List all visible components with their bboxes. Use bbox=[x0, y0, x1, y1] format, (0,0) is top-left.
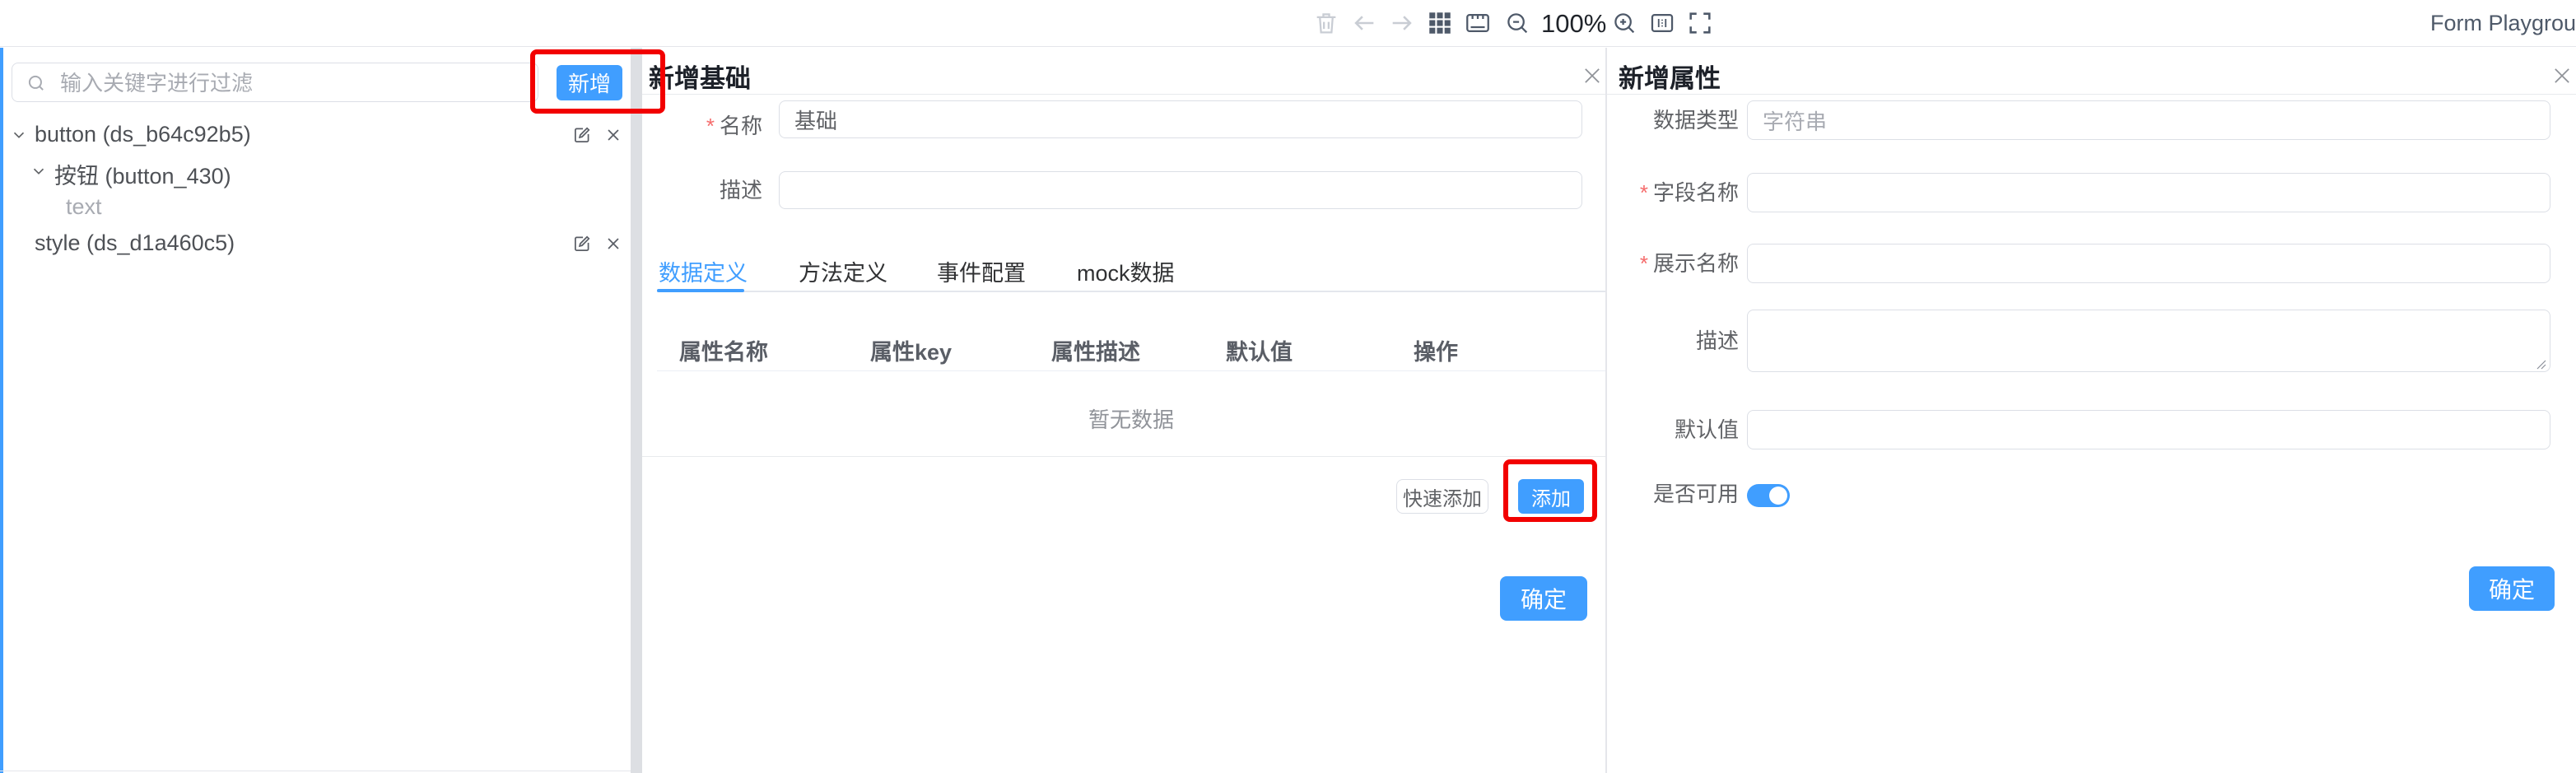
tree-row-anniu[interactable]: 按钮 (button_430) bbox=[0, 153, 631, 189]
desc-textarea[interactable] bbox=[1747, 310, 2550, 372]
display-name-input[interactable] bbox=[1747, 244, 2550, 283]
divider bbox=[657, 370, 1605, 371]
column-header: 默认值 bbox=[1226, 334, 1293, 366]
required-asterisk: * bbox=[706, 114, 715, 138]
desc-field-label: 描述 bbox=[642, 171, 762, 209]
close-icon[interactable] bbox=[2550, 64, 2574, 87]
arrow-right-icon[interactable] bbox=[1388, 9, 1416, 37]
trash-icon[interactable] bbox=[1312, 9, 1340, 37]
chevron-down-icon[interactable] bbox=[30, 162, 48, 180]
confirm-button[interactable]: 确定 bbox=[1500, 576, 1587, 621]
name-field-label: *名称 bbox=[642, 107, 762, 145]
column-header: 操作 bbox=[1414, 334, 1458, 366]
close-icon[interactable] bbox=[603, 233, 624, 254]
divider bbox=[642, 456, 1605, 457]
data-type-input[interactable] bbox=[1747, 100, 2550, 140]
scrollbar-track[interactable] bbox=[631, 48, 642, 773]
fullscreen-icon[interactable] bbox=[1686, 9, 1714, 37]
desc-label: 描述 bbox=[1607, 310, 1739, 372]
tree-node-label: button (ds_b64c92b5) bbox=[35, 122, 251, 147]
enabled-label: 是否可用 bbox=[1607, 474, 1739, 514]
tab-data-definition[interactable]: 数据定义 bbox=[659, 255, 748, 287]
add-component-button[interactable]: 新增 bbox=[557, 65, 622, 100]
component-tree-panel: 新增 button (ds_b64c92b5) 按钮 (button_430) … bbox=[0, 48, 631, 773]
edit-icon[interactable] bbox=[571, 124, 593, 146]
search-icon bbox=[26, 72, 47, 94]
tab-method-definition[interactable]: 方法定义 bbox=[799, 255, 887, 287]
name-input[interactable] bbox=[779, 100, 1582, 138]
dialog-title: 新增属性 bbox=[1619, 58, 1721, 95]
active-tab-indicator bbox=[657, 289, 744, 292]
ruler-icon[interactable] bbox=[1464, 9, 1492, 37]
quick-add-button[interactable]: 快速添加 bbox=[1396, 479, 1488, 514]
field-name-label: *字段名称 bbox=[1607, 173, 1739, 212]
add-button[interactable]: 添加 bbox=[1518, 479, 1584, 514]
tree-row-button[interactable]: button (ds_b64c92b5) bbox=[0, 117, 631, 153]
divider bbox=[642, 94, 1605, 95]
search-input[interactable] bbox=[58, 65, 529, 101]
default-value-input[interactable] bbox=[1747, 410, 2550, 449]
tree-row-style[interactable]: style (ds_d1a460c5) bbox=[0, 226, 631, 262]
display-name-label: *展示名称 bbox=[1607, 244, 1739, 283]
tree-node-label: 按钮 (button_430) bbox=[54, 158, 231, 190]
enabled-toggle[interactable] bbox=[1747, 484, 1790, 507]
empty-table-text: 暂无数据 bbox=[657, 403, 1605, 434]
close-icon[interactable] bbox=[1581, 64, 1604, 87]
tab-track bbox=[657, 291, 1605, 292]
attribute-dialog: 新增属性 数据类型 *字段名称 *展示名称 描述 默认值 是否可用 确定 bbox=[1607, 48, 2576, 773]
panel-columns-icon[interactable] bbox=[1648, 9, 1676, 37]
app-title: Form Playground F bbox=[2430, 11, 2576, 36]
column-header: 属性描述 bbox=[1051, 334, 1140, 366]
arrow-left-icon[interactable] bbox=[1350, 9, 1378, 37]
dialog-title: 新增基础 bbox=[649, 58, 751, 95]
column-header: 属性名称 bbox=[679, 334, 768, 366]
close-icon[interactable] bbox=[603, 124, 624, 146]
toggle-knob bbox=[1769, 487, 1787, 505]
tree-node-label: text bbox=[66, 194, 102, 220]
tree-row-text[interactable]: text bbox=[0, 189, 631, 226]
tab-event-config[interactable]: 事件配置 bbox=[937, 255, 1026, 287]
desc-input[interactable] bbox=[779, 171, 1582, 209]
grid-icon[interactable] bbox=[1426, 9, 1454, 37]
data-type-label: 数据类型 bbox=[1607, 100, 1739, 140]
divider bbox=[1607, 94, 2576, 95]
column-header: 属性key bbox=[870, 334, 952, 366]
zoom-in-icon[interactable] bbox=[1610, 9, 1638, 37]
resize-handle-icon[interactable] bbox=[2534, 357, 2547, 370]
zoom-level-value: 100% bbox=[1541, 9, 1606, 39]
top-toolbar: 100% Form Playground F bbox=[0, 0, 2576, 47]
required-asterisk: * bbox=[1640, 180, 1648, 205]
zoom-out-icon[interactable] bbox=[1503, 9, 1531, 37]
field-name-input[interactable] bbox=[1747, 173, 2550, 212]
default-value-label: 默认值 bbox=[1607, 410, 1739, 449]
edit-icon[interactable] bbox=[571, 233, 593, 254]
base-dialog: 新增基础 *名称 描述 数据定义 方法定义 事件配置 mock数据 属性名称 属… bbox=[642, 48, 1605, 773]
tree-node-label: style (ds_d1a460c5) bbox=[35, 231, 235, 256]
required-asterisk: * bbox=[1640, 251, 1648, 276]
search-box bbox=[12, 63, 538, 102]
confirm-button[interactable]: 确定 bbox=[2469, 566, 2555, 611]
chevron-down-icon[interactable] bbox=[10, 126, 28, 144]
tab-mock-data[interactable]: mock数据 bbox=[1077, 255, 1175, 287]
